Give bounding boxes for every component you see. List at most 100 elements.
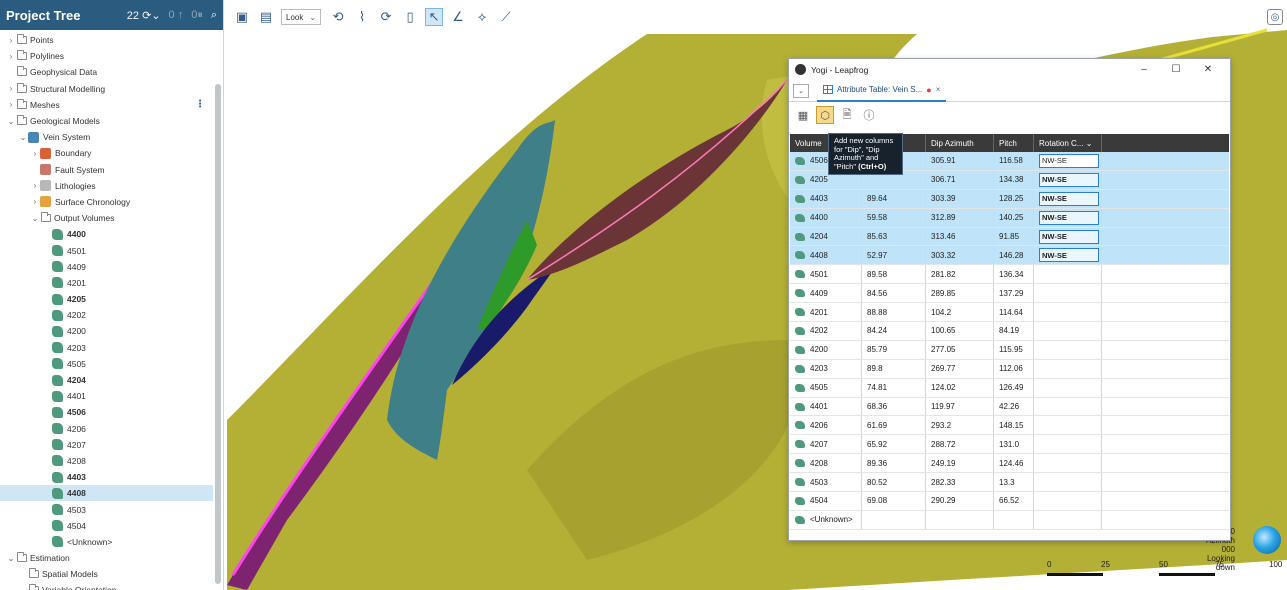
search-icon[interactable]: ⌕ [211,9,217,22]
chevron-right-icon[interactable]: › [6,52,16,61]
table-row[interactable]: 4401 68.36 119.97 42.26 [790,397,1229,417]
cell-dip[interactable]: 88.88 [862,303,926,322]
table-row[interactable]: 4503 80.52 282.33 13.3 [790,473,1229,493]
cell-dip[interactable]: 85.79 [862,340,926,359]
tree-item[interactable]: 4202 [0,307,213,323]
cell-rotation[interactable] [1034,303,1102,322]
chevron-right-icon[interactable]: › [30,197,40,206]
cell-pitch[interactable]: 128.25 [994,189,1034,208]
rotation-value-input[interactable]: NW-SE [1039,248,1099,263]
tree-item[interactable]: 4203 [0,340,213,356]
maximize-button[interactable]: ☐ [1160,64,1192,75]
chevron-down-icon[interactable]: ⌄ [18,133,28,142]
cell-volume[interactable]: 4403 [790,189,862,208]
table-row[interactable]: 4403 89.64 303.39 128.25 NW-SE [790,189,1229,209]
cell-dip-azimuth[interactable]: 293.2 [926,416,994,435]
cell-rotation[interactable] [1034,284,1102,303]
upload-count-control[interactable]: 0 ↑ [169,9,184,21]
table-row[interactable]: 4206 61.69 293.2 148.15 [790,416,1229,436]
help-icon[interactable]: ⓘ [860,106,878,124]
cell-dip[interactable]: 89.36 [862,454,926,473]
select-pointer-icon[interactable]: ↖ [425,8,444,26]
cell-pitch[interactable]: 112.06 [994,359,1034,378]
cell-pitch[interactable]: 124.46 [994,454,1034,473]
cell-dip[interactable]: 80.52 [862,473,926,492]
cell-dip-azimuth[interactable]: 288.72 [926,435,994,454]
cell-rotation[interactable] [1034,397,1102,416]
tree-item[interactable]: Spatial Models [0,566,213,582]
rotation-value-input[interactable]: NW-SE [1039,229,1099,244]
cell-dip[interactable]: 89.58 [862,265,926,284]
cell-rotation[interactable] [1034,265,1102,284]
cell-rotation[interactable] [1034,473,1102,492]
ruler-icon[interactable]: ⟋ [497,8,515,26]
cell-pitch[interactable] [994,510,1034,529]
chevron-right-icon[interactable]: › [6,36,16,45]
cell-rotation[interactable]: NW-SE [1034,170,1102,189]
rotation-value-input[interactable]: NW-SE [1039,153,1099,168]
tree-item[interactable]: 4205 [0,291,213,307]
cell-volume[interactable]: 4504 [790,492,862,510]
minimize-button[interactable]: – [1128,64,1160,75]
cell-volume[interactable]: 4409 [790,284,862,303]
cell-rotation[interactable]: NW-SE [1034,208,1102,227]
cell-rotation[interactable] [1034,359,1102,378]
cell-pitch[interactable]: 115.95 [994,340,1034,359]
cell-dip[interactable]: 74.81 [862,378,926,397]
look-mode-select[interactable]: Look ⌄ [281,9,322,25]
compass-sphere-icon[interactable] [1253,526,1281,554]
cell-volume[interactable]: 4408 [790,246,862,265]
chevron-down-icon[interactable]: ⌄ [6,554,16,563]
tree-item[interactable]: › Boundary [0,145,213,161]
cell-volume[interactable]: 4208 [790,454,862,473]
chevron-down-icon[interactable]: ⌄ [30,214,40,223]
cell-pitch[interactable]: 134.38 [994,170,1034,189]
tree-scrollbar[interactable] [215,84,221,584]
rotation-value-input[interactable]: NW-SE [1039,172,1099,187]
column-header-dip-azimuth[interactable]: Dip Azimuth [926,134,994,152]
tree-item[interactable]: 4409 [0,259,213,275]
table-row[interactable]: 4400 59.58 312.89 140.25 NW-SE [790,208,1229,228]
cell-dip-azimuth[interactable]: 312.89 [926,208,994,227]
snap-icon[interactable]: ⟡ [473,8,491,26]
tree-item[interactable]: 4206 [0,421,213,437]
cell-pitch[interactable]: 148.15 [994,416,1034,435]
cell-dip[interactable]: 69.08 [862,492,926,510]
tree-item[interactable]: 4505 [0,356,213,372]
cell-pitch[interactable]: 126.49 [994,378,1034,397]
cell-pitch[interactable]: 91.85 [994,227,1034,246]
chevron-down-icon[interactable]: ⌄ [793,83,809,98]
table-row[interactable]: 4200 85.79 277.05 115.95 [790,340,1229,360]
cell-dip[interactable]: 84.24 [862,322,926,340]
table-row[interactable]: <Unknown> [790,510,1229,530]
cell-rotation[interactable]: NW-SE [1034,189,1102,208]
more-options-icon[interactable]: ⋮ [195,99,205,110]
cell-volume[interactable]: 4401 [790,397,862,416]
tree-item[interactable]: 4207 [0,437,213,453]
tree-item[interactable]: Variable Orientation [0,582,213,590]
tree-item[interactable]: 4501 [0,242,213,258]
tree-item[interactable]: ⌄ Estimation [0,550,213,566]
table-row[interactable]: 4208 89.36 249.19 124.46 [790,454,1229,474]
table-row[interactable]: 4203 89.8 269.77 112.06 [790,359,1229,379]
export-scene-icon[interactable]: ▤ [257,8,275,26]
table-row[interactable]: 4202 84.24 100.65 84.19 [790,322,1229,341]
cell-pitch[interactable]: 136.34 [994,265,1034,284]
tree-item[interactable]: › Meshes ⋮ [0,97,213,113]
cell-dip-azimuth[interactable]: 303.32 [926,246,994,265]
cell-volume[interactable]: 4207 [790,435,862,454]
cell-dip-azimuth[interactable]: 277.05 [926,340,994,359]
table-row[interactable]: 4201 88.88 104.2 114.64 [790,303,1229,323]
cell-dip-azimuth[interactable]: 290.29 [926,492,994,510]
cell-rotation[interactable]: NW-SE [1034,246,1102,265]
paused-count-control[interactable]: 0⏸ [191,9,203,22]
cell-volume[interactable]: 4505 [790,378,862,397]
cell-dip[interactable]: 65.92 [862,435,926,454]
tree-item[interactable]: <Unknown> [0,534,213,550]
tree-item[interactable]: ⌄ Geological Models [0,113,213,129]
tree-item[interactable]: 4403 [0,469,213,485]
table-row[interactable]: 4207 65.92 288.72 131.0 [790,435,1229,455]
tree-item[interactable]: ⌄ Output Volumes [0,210,213,226]
tree-item[interactable]: › Polylines [0,48,213,64]
tree-item[interactable]: Geophysical Data [0,64,213,80]
